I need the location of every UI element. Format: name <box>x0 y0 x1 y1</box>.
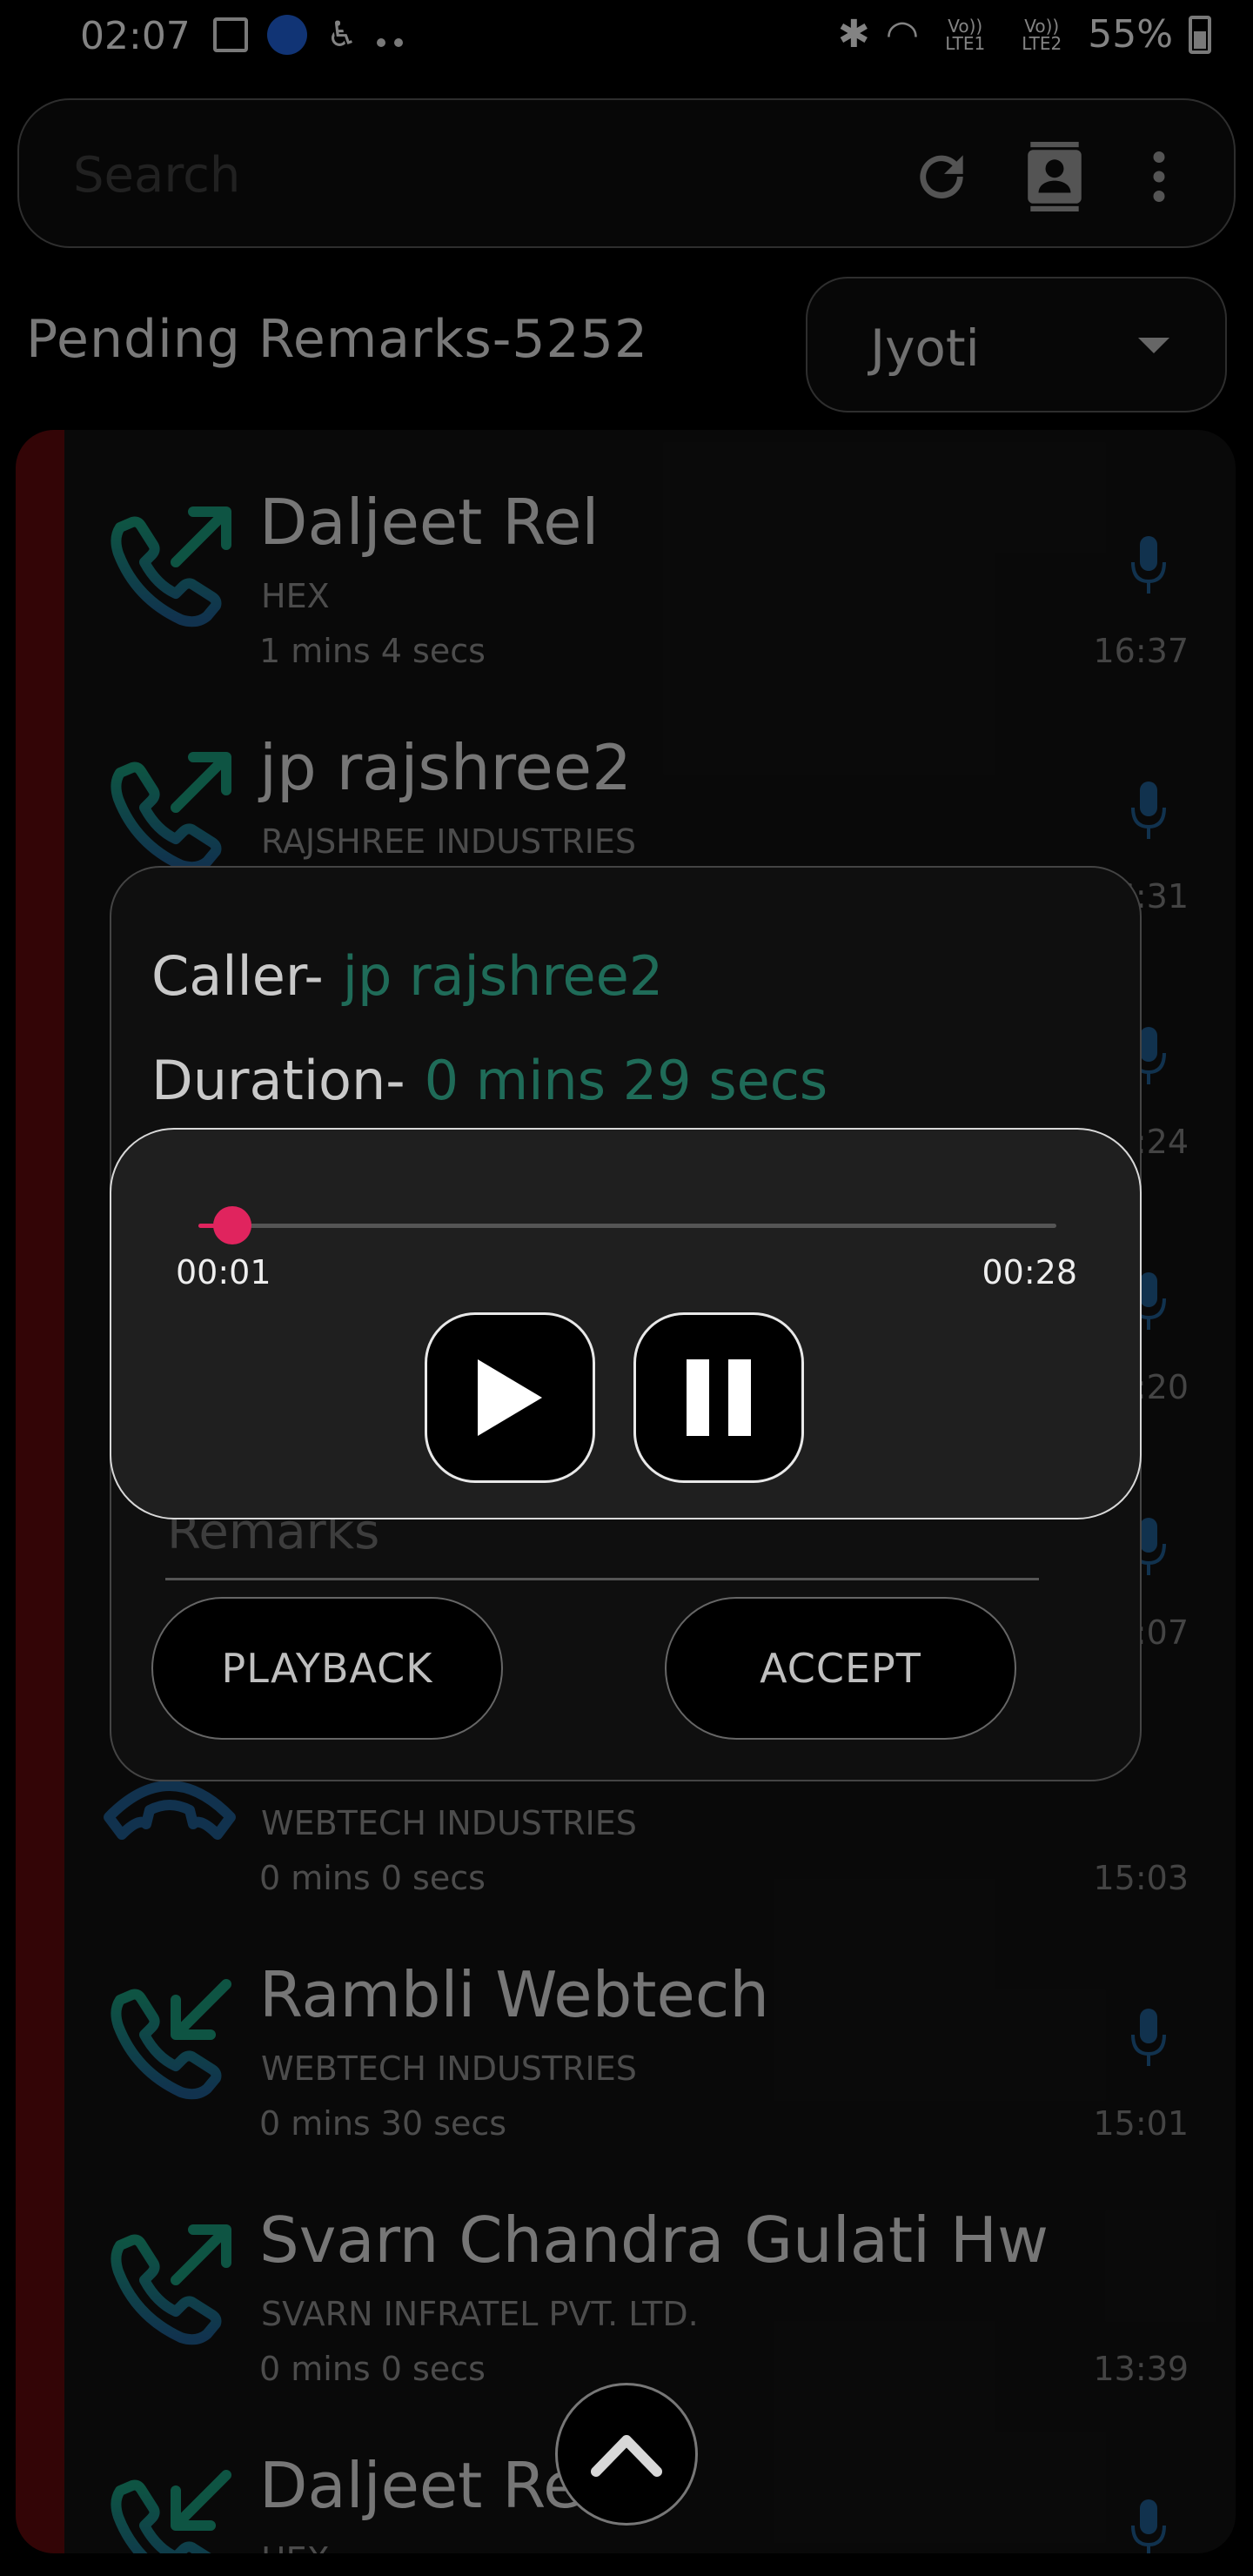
pause-icon <box>687 1359 751 1436</box>
caller-label: Caller- <box>151 944 324 1008</box>
scroll-top-button[interactable] <box>555 2383 698 2526</box>
play-icon <box>478 1359 542 1436</box>
accept-button[interactable]: ACCEPT <box>665 1597 1016 1740</box>
total-time: 00:28 <box>982 1253 1077 1291</box>
caller-value: jp rajshree2 <box>342 944 664 1008</box>
seek-bar[interactable] <box>198 1206 1056 1244</box>
playback-button[interactable]: PLAYBACK <box>151 1597 503 1740</box>
audio-player: 00:01 00:28 <box>110 1128 1142 1519</box>
pause-button[interactable] <box>633 1312 804 1483</box>
caller-line: Caller-jp rajshree2 <box>151 944 663 1008</box>
play-button[interactable] <box>425 1312 595 1483</box>
seek-thumb[interactable] <box>213 1206 252 1244</box>
current-time: 00:01 <box>176 1253 271 1291</box>
chevron-up-icon <box>591 2435 662 2477</box>
duration-label: Duration- <box>151 1049 405 1112</box>
duration-line: Duration- 0 mins 29 secs <box>151 1049 828 1112</box>
duration-value: 0 mins 29 secs <box>424 1049 828 1112</box>
